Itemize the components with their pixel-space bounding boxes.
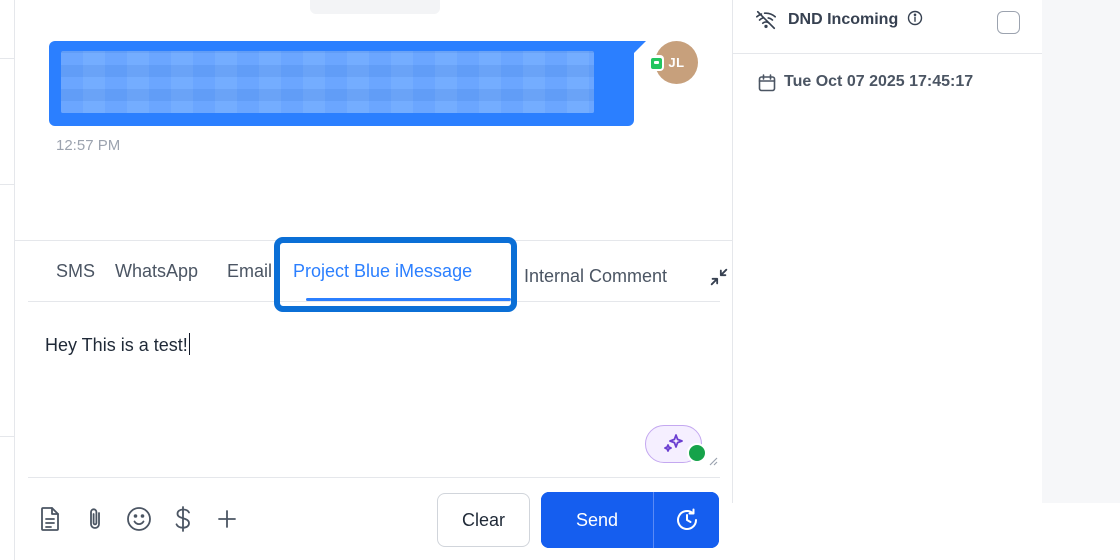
message-input-text: Hey This is a test! [45, 335, 188, 355]
emoji-button[interactable] [126, 505, 152, 533]
sidebar-divider [0, 184, 15, 185]
right-gutter [1042, 0, 1120, 503]
payment-button[interactable] [170, 505, 196, 533]
conversation-thread: JL 12:57 PM [15, 0, 732, 240]
redacted-message-content [61, 51, 594, 113]
created-date: Tue Oct 07 2025 17:45:17 [784, 73, 974, 90]
send-button-group: Send [541, 492, 719, 548]
schedule-send-button[interactable] [654, 492, 719, 548]
sparkles-icon [663, 434, 683, 452]
send-button[interactable]: Send [541, 492, 653, 548]
message-timestamp: 12:57 PM [56, 137, 121, 154]
paperclip-icon [90, 508, 100, 529]
left-sidebar-edge [0, 0, 15, 560]
template-button[interactable] [37, 505, 63, 533]
date-separator-pill [310, 0, 440, 14]
plus-icon [218, 510, 236, 528]
document-icon [41, 507, 59, 531]
dollar-icon [175, 506, 190, 532]
calendar-icon [758, 74, 776, 92]
text-caret [188, 333, 190, 355]
tab-whatsapp[interactable]: WhatsApp [115, 261, 198, 282]
dnd-incoming-row: DND Incoming [733, 0, 1043, 54]
attach-button[interactable] [82, 505, 108, 533]
emoji-icon [127, 507, 151, 531]
dnd-incoming-checkbox[interactable] [997, 11, 1020, 34]
info-icon[interactable] [907, 10, 923, 26]
resize-handle-icon[interactable] [708, 456, 718, 466]
tab-highlight-annotation [274, 237, 517, 312]
collapse-icon [710, 268, 728, 286]
more-actions-button[interactable] [214, 505, 240, 533]
tab-internal-comment[interactable]: Internal Comment [524, 266, 694, 287]
contact-details-panel: DND Incoming Tue Oct 07 2025 17:45:17 [732, 0, 1043, 503]
status-dot [687, 443, 707, 463]
wifi-off-icon [756, 10, 776, 30]
sidebar-divider [0, 436, 15, 437]
right-bottom-area [732, 503, 1120, 560]
avatar-initials: JL [668, 55, 685, 70]
bubble-tail [630, 41, 646, 57]
channel-badge-icon [648, 55, 664, 71]
outgoing-message-bubble[interactable] [49, 41, 634, 126]
collapse-composer-button[interactable] [707, 265, 731, 289]
clear-button[interactable]: Clear [437, 493, 530, 547]
schedule-icon [676, 508, 697, 530]
tab-sms[interactable]: SMS [56, 261, 95, 282]
sidebar-divider [0, 58, 15, 59]
message-input[interactable]: Hey This is a test! [45, 333, 190, 356]
dnd-incoming-label: DND Incoming [788, 11, 899, 28]
composer-divider [28, 477, 720, 478]
